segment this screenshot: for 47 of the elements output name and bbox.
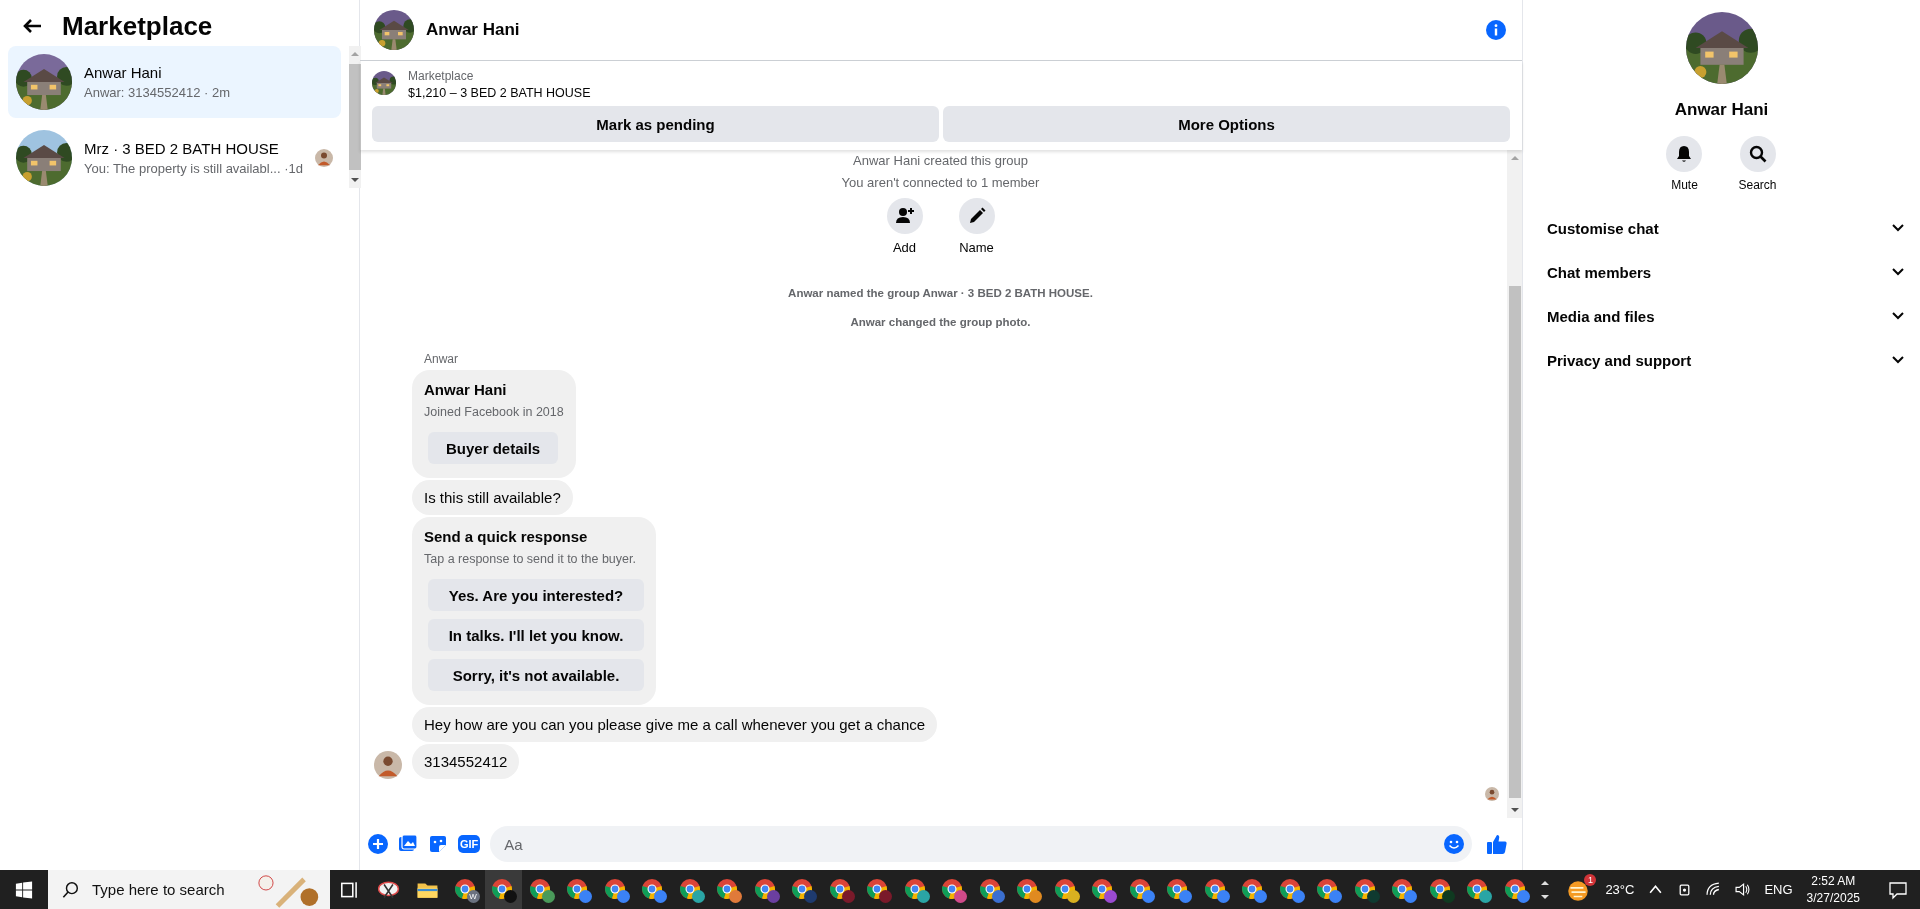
system-message: Anwar Hani created this group	[852, 152, 1029, 170]
conversation-preview: You: The property is still availabl... ·1d	[84, 161, 303, 176]
action-label: Search	[1738, 178, 1777, 192]
listing-title: $1,210 – 3 BED 2 BATH HOUSE	[408, 86, 591, 100]
temperature: 23°C	[1605, 882, 1635, 897]
listing-label: Marketplace	[408, 69, 475, 83]
message-bubble: Is this still available?	[412, 480, 573, 515]
action-label: Add	[892, 240, 917, 255]
sidebar-title: Marketplace	[62, 10, 213, 42]
action-label: Mute	[1671, 178, 1698, 192]
quick-response-button[interactable]: In talks. I'll let you know.	[428, 619, 644, 651]
conversation-name: Mrz · 3 BED 2 BATH HOUSE	[84, 140, 280, 157]
action-label: Name	[959, 240, 994, 255]
settings-section[interactable]: Chat members	[1531, 250, 1912, 294]
search-input[interactable]: Type here to search	[90, 880, 248, 899]
conversation-item[interactable]: Anwar Hani Anwar: 3134552412 · 2m	[8, 46, 341, 118]
conversation-item[interactable]: Mrz · 3 BED 2 BATH HOUSE You: The property is still availabl... ·1d	[8, 122, 341, 194]
card-subtitle: Joined Facebook in 2018	[424, 404, 564, 421]
listing-button[interactable]: Mark as pending	[372, 106, 939, 142]
conversation-preview: Anwar: 3134552412 · 2m	[84, 85, 231, 100]
contact-name: Anwar Hani	[1674, 100, 1769, 120]
listing-button[interactable]: More Options	[943, 106, 1510, 142]
card-title: Send a quick response	[424, 527, 588, 546]
settings-section[interactable]: Media and files	[1531, 294, 1912, 338]
sender-name: Anwar	[424, 352, 459, 366]
chat-title: Anwar Hani	[426, 20, 521, 40]
system-message: Anwar named the group Anwar · 3 BED 2 BATH HOUSE.	[787, 286, 1094, 301]
card-subtitle: Tap a response to send it to the buyer.	[424, 551, 636, 568]
gif-button[interactable]: GIF	[458, 835, 481, 853]
settings-section[interactable]: Customise chat	[1531, 206, 1912, 250]
conversation-name: Anwar Hani	[84, 64, 163, 81]
card-title: Anwar Hani	[424, 380, 507, 399]
quick-response-button[interactable]: Yes. Are you interested?	[428, 579, 644, 611]
taskbar-app-button[interactable]: W	[447, 870, 485, 909]
message-field[interactable]: Aa	[490, 826, 1472, 862]
message-bubble: 3134552412	[412, 744, 520, 779]
quick-response-button[interactable]: Sorry, it's not available.	[428, 659, 644, 691]
message-bubble: Hey how are you can you please give me a call whenever you get a chance	[412, 707, 938, 742]
language-indicator[interactable]: ENG	[1764, 882, 1793, 897]
settings-section[interactable]: Privacy and support	[1531, 338, 1912, 382]
message-input[interactable]: Aa	[502, 834, 1444, 854]
notification-badge: 1	[1584, 873, 1597, 886]
system-message: You aren't connected to 1 member	[840, 174, 1041, 192]
clock[interactable]: 2:52 AM 3/27/2025	[1806, 872, 1860, 907]
taskbar-search-field[interactable]: Type here to search	[48, 870, 330, 909]
system-message: Anwar changed the group photo.	[849, 315, 1032, 330]
buyer-details-button[interactable]: Buyer details	[428, 432, 559, 464]
